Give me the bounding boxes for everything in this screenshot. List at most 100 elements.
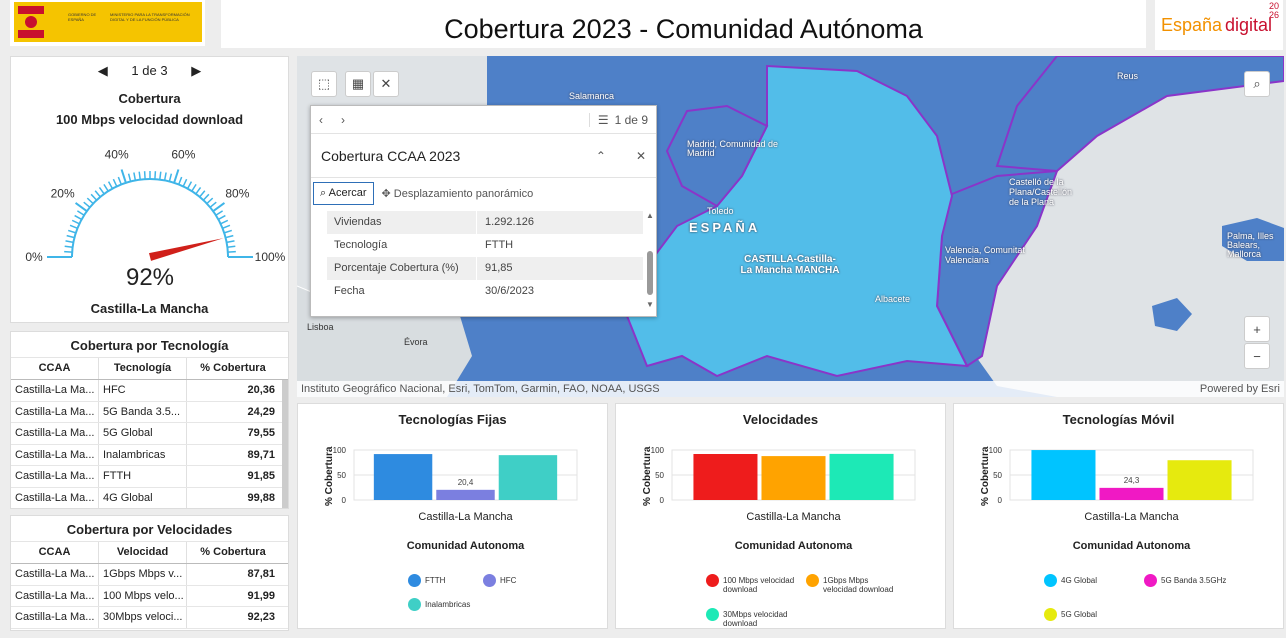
legend-swatch-icon (408, 574, 421, 587)
table-row[interactable]: Castilla-La Ma... 5G Banda 3.5... 24,29 (11, 401, 288, 423)
scroll-up-icon[interactable]: ▲ (646, 211, 654, 220)
popup-field-value: 1.292.126 (485, 216, 534, 228)
logo-year: 2026 (1269, 1, 1280, 20)
legend-swatch-icon (806, 574, 819, 587)
column-header-ccaa[interactable]: CCAA (11, 358, 99, 379)
cell-ccaa: Castilla-La Ma... (11, 401, 99, 422)
chart-bar[interactable] (693, 454, 758, 500)
gauge-region: Castilla-La Mancha (90, 301, 209, 316)
chart-bar[interactable] (498, 455, 558, 500)
scroll-down-icon[interactable]: ▼ (646, 300, 654, 309)
gauge-minor-tick (143, 171, 146, 180)
cell-value: Inalambricas (99, 444, 187, 465)
chart-bar[interactable] (373, 454, 433, 500)
legend-swatch-icon (706, 574, 719, 587)
chart-legend-item[interactable]: 4G Global (1044, 574, 1144, 587)
speed-table-header: CCAA Velocidad % Cobertura (11, 542, 288, 564)
espana-digital-logo: España digital 2026 (1155, 0, 1283, 50)
column-header-ccaa[interactable]: CCAA (11, 542, 99, 563)
table-row[interactable]: Castilla-La Ma... 1Gbps Mbps v... 87,81 (11, 564, 288, 586)
espana-logo-text: España (1161, 15, 1223, 35)
popup-field-value: FTTH (485, 239, 514, 251)
table-row[interactable]: Castilla-La Ma... 100 Mbps velo... 91,99 (11, 585, 288, 607)
gauge-major-tick (120, 169, 127, 184)
feature-list-icon[interactable]: ☰ (588, 112, 609, 127)
popup-scrollbar[interactable]: ▲ ▼ (646, 211, 654, 309)
prev-arrow-icon[interactable]: ◀ (98, 63, 108, 78)
chart-legend-item[interactable]: HFC (483, 574, 583, 587)
gauge-minor-tick (64, 250, 73, 253)
chart-legend-item[interactable]: 5G Global (1044, 608, 1144, 621)
zoom-in-button[interactable]: + (1244, 316, 1270, 342)
popup-prev-icon[interactable]: ‹ (319, 113, 323, 127)
table-row[interactable]: Castilla-La Ma... HFC 20,36 (11, 380, 288, 402)
map-label-lisboa: Lisboa (307, 322, 334, 332)
collapse-icon[interactable]: ⌃ (596, 149, 606, 163)
chart-y-tick-label: 0 (342, 496, 347, 505)
chart-bar[interactable] (436, 489, 495, 500)
search-icon[interactable]: ⌕ (1244, 71, 1270, 97)
zoom-out-button[interactable]: − (1244, 343, 1270, 369)
close-icon[interactable]: ✕ (636, 149, 646, 163)
chart-x-axis-title: Comunidad Autonoma (406, 540, 525, 552)
popup-field-key: Tecnología (327, 234, 477, 257)
cell-value: 5G Global (99, 423, 187, 444)
zoom-to-button[interactable]: ⌕ Acercar (313, 181, 374, 205)
column-header-tecnologia[interactable]: Tecnología (99, 358, 187, 379)
chart-title: Velocidades (742, 412, 819, 427)
chart-bar[interactable] (1099, 487, 1164, 500)
column-header-cobertura[interactable]: % Cobertura (187, 542, 279, 563)
gauge-minor-tick (86, 197, 94, 205)
chart-legend-item[interactable]: 30Mbps velocidad download (706, 608, 806, 628)
column-header-cobertura[interactable]: % Cobertura (187, 358, 279, 379)
chart-bar[interactable] (761, 456, 826, 500)
popup-field-row: Porcentaje Cobertura (%) 91,85 (327, 257, 643, 280)
chart-legend-label: HFC (500, 576, 517, 585)
select-rectangle-tool-icon[interactable]: ⬚ (311, 71, 337, 97)
next-arrow-icon[interactable]: ▶ (191, 63, 201, 78)
pan-button[interactable]: ✥ Desplazamiento panorámico (382, 187, 534, 200)
table-row[interactable]: Castilla-La Ma... FTTH 91,85 (11, 466, 288, 488)
powered-by-esri[interactable]: Powered by Esri (1200, 383, 1280, 395)
map-label-albacete: Albacete (875, 294, 911, 304)
gauge-tick-label: 60% (171, 147, 195, 161)
speed-table-body: Castilla-La Ma... 1Gbps Mbps v... 87,81 Cas… (11, 564, 288, 629)
legend-swatch-icon (408, 598, 421, 611)
chart-plot: 0 50 100 (651, 446, 916, 505)
column-header-velocidad[interactable]: Velocidad (99, 542, 187, 563)
zoom-to-icon: ⌕ (320, 186, 329, 199)
gauge-minor-tick (227, 245, 236, 248)
gauge-panel: ◀ 1 de 3 ▶ Cobertura 100 Mbps velocidad … (10, 56, 289, 323)
chart-bar[interactable] (1031, 450, 1096, 500)
gauge-minor-tick (103, 183, 109, 192)
gauge-needle (149, 238, 224, 261)
chart-bar[interactable] (1167, 460, 1232, 500)
speed-table-title: Cobertura por Velocidades (11, 516, 288, 542)
chart-y-tick-label: 0 (998, 496, 1003, 505)
table-row[interactable]: Castilla-La Ma... 30Mbps veloci... 92,23 (11, 607, 288, 629)
table-row[interactable]: Castilla-La Ma... 5G Global 79,55 (11, 423, 288, 445)
chart-legend-item[interactable]: Inalambricas (408, 598, 508, 611)
popup-scroll-thumb[interactable] (647, 251, 653, 295)
chart-legend-item[interactable]: 5G Banda 3.5GHz (1144, 574, 1244, 587)
technology-table-scrollbar[interactable] (282, 380, 288, 508)
chart-panel-speeds: Velocidades% Cobertura 0 50 100 Castilla-La … (615, 403, 946, 629)
select-lasso-tool-icon[interactable]: ▦ (345, 71, 371, 97)
pan-label: Desplazamiento panorámico (393, 187, 534, 200)
cell-value: 4G Global (99, 487, 187, 508)
popup-field-key: Viviendas (327, 211, 477, 234)
table-row[interactable]: Castilla-La Ma... Inalambricas 89,71 (11, 444, 288, 466)
cell-value: 100 Mbps velo... (99, 585, 187, 606)
chart-legend-item[interactable]: 100 Mbps velocidad download (706, 574, 806, 594)
popup-next-icon[interactable]: › (341, 113, 345, 127)
popup-header: Cobertura CCAA 2023 ⌃ ✕ (311, 134, 656, 178)
gauge-minor-tick (98, 186, 105, 195)
gauge-minor-tick (215, 210, 224, 216)
chart-legend-item[interactable]: 1Gbps Mbps velocidad download (806, 574, 906, 594)
cell-cobertura: 87,81 (247, 568, 275, 580)
gauge-minor-tick (65, 240, 74, 244)
chart-bar[interactable] (829, 453, 894, 500)
table-row[interactable]: Castilla-La Ma... 4G Global 99,88 (11, 487, 288, 508)
cell-ccaa: Castilla-La Ma... (11, 444, 99, 465)
clear-selection-icon[interactable]: ✕ (373, 71, 399, 97)
